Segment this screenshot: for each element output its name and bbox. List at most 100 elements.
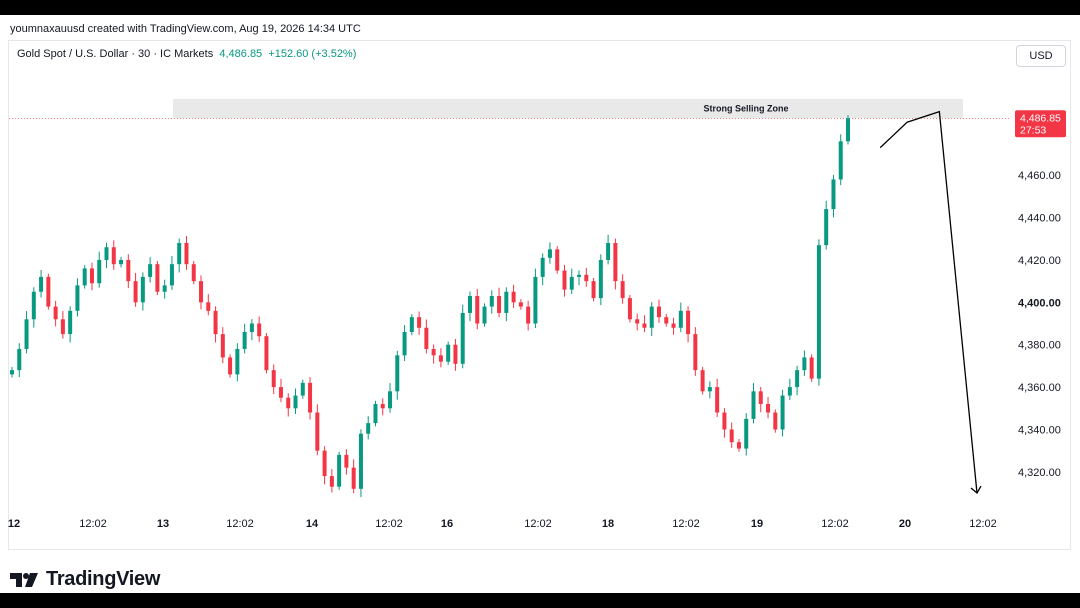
candle-body bbox=[89, 268, 94, 284]
candle-body bbox=[133, 281, 138, 303]
selling-zone-box bbox=[173, 98, 963, 118]
candle-body bbox=[300, 382, 305, 396]
candle-body bbox=[206, 302, 211, 311]
candle-body bbox=[606, 243, 611, 260]
candle-body bbox=[249, 323, 254, 332]
candle-body bbox=[584, 274, 589, 282]
price-change: +152.60 (+3.52%) bbox=[268, 48, 357, 60]
currency-button[interactable]: USD bbox=[1016, 45, 1066, 67]
tradingview-logo-icon bbox=[10, 572, 38, 587]
candle-body bbox=[104, 247, 109, 260]
y-axis-tick-label: 4,320.00 bbox=[1018, 467, 1061, 479]
candle-body bbox=[155, 264, 160, 292]
candle-body bbox=[395, 355, 400, 392]
x-axis-tick-label: 12:02 bbox=[969, 518, 997, 530]
candle-body bbox=[228, 357, 233, 375]
candle-body bbox=[60, 319, 65, 335]
candle-body bbox=[846, 118, 850, 142]
candle-body bbox=[540, 257, 545, 277]
candle-body bbox=[75, 285, 80, 311]
candle-body bbox=[700, 370, 705, 392]
candle-body bbox=[264, 336, 269, 371]
candle-body bbox=[795, 370, 800, 388]
candle-body bbox=[169, 264, 174, 286]
candle-body bbox=[482, 306, 487, 324]
candle-body bbox=[627, 298, 632, 320]
candle-body bbox=[744, 418, 749, 449]
x-axis-tick-label: 14 bbox=[306, 518, 319, 530]
candle-body bbox=[438, 355, 443, 362]
price-tag-countdown: 27:53 bbox=[1020, 124, 1046, 136]
y-axis-tick-label: 4,380.00 bbox=[1018, 340, 1061, 352]
x-axis-tick-label: 13 bbox=[157, 518, 169, 530]
candle-body bbox=[31, 291, 36, 320]
candle-body bbox=[736, 442, 741, 449]
candle-body bbox=[46, 276, 51, 307]
candle-body bbox=[751, 391, 756, 419]
candle-body bbox=[758, 391, 763, 405]
candle-body bbox=[373, 404, 378, 424]
candle-body bbox=[446, 344, 451, 362]
candle-body bbox=[39, 276, 44, 292]
candle-body bbox=[562, 270, 567, 290]
candle-body bbox=[111, 247, 116, 265]
candle-body bbox=[598, 259, 603, 299]
price-chart[interactable]: Strong Selling Zone 4,460.00 4,440.00 4,420… bbox=[0, 15, 1080, 593]
selling-zone-label: Strong Selling Zone bbox=[704, 103, 789, 113]
candle-body bbox=[278, 387, 283, 398]
candle-body bbox=[613, 243, 618, 282]
candle-body bbox=[191, 264, 196, 282]
candle-body bbox=[431, 348, 436, 356]
candle-body bbox=[286, 397, 291, 409]
candle-body bbox=[569, 276, 574, 290]
x-axis-tick-label: 12:02 bbox=[524, 518, 552, 530]
candle-body bbox=[671, 323, 676, 328]
candle-body bbox=[715, 387, 720, 413]
candle-body bbox=[831, 179, 836, 210]
candle-body bbox=[97, 259, 102, 284]
symbol-legend[interactable]: Gold Spot / U.S. Dollar · 30 · IC Market… bbox=[17, 48, 356, 60]
x-axis-tick-label: 20 bbox=[899, 518, 911, 530]
candle-body bbox=[417, 317, 422, 328]
candle-body bbox=[809, 357, 814, 379]
candle-body bbox=[591, 281, 596, 299]
candle-body bbox=[53, 306, 58, 320]
candle-body bbox=[388, 391, 393, 409]
candle-body bbox=[242, 332, 247, 349]
candle-body bbox=[24, 319, 29, 349]
candle-body bbox=[497, 295, 502, 313]
candle-body bbox=[140, 276, 145, 303]
candle-body bbox=[322, 450, 327, 477]
candle-body bbox=[678, 310, 683, 328]
brand-name: TradingView bbox=[46, 568, 161, 590]
price-tag-value: 4,486.85 bbox=[1020, 112, 1061, 124]
x-axis-tick-label: 12:02 bbox=[672, 518, 700, 530]
candle-body bbox=[220, 334, 225, 358]
candle-body bbox=[148, 264, 153, 277]
candle-body bbox=[17, 348, 22, 371]
top-border-bar bbox=[0, 0, 1080, 15]
x-axis-tick-label: 12:02 bbox=[79, 518, 107, 530]
candle-body bbox=[358, 433, 363, 489]
candle-body bbox=[424, 327, 429, 349]
candle-body bbox=[773, 412, 778, 430]
candle-body bbox=[257, 323, 262, 337]
candle-body bbox=[329, 476, 334, 487]
candle-body bbox=[82, 268, 87, 286]
candle-body bbox=[293, 395, 298, 409]
candle-body bbox=[184, 243, 189, 265]
x-axis-tick-label: 12:02 bbox=[375, 518, 403, 530]
y-axis-tick-label: 4,340.00 bbox=[1018, 424, 1061, 436]
candle-body bbox=[526, 306, 531, 324]
candle-body bbox=[177, 243, 182, 265]
candle-body bbox=[235, 348, 240, 375]
candle-body bbox=[199, 281, 204, 303]
candle-body bbox=[816, 245, 821, 379]
candle-body bbox=[380, 404, 385, 409]
candle-body bbox=[337, 454, 342, 487]
candle-body bbox=[213, 310, 218, 335]
candle-body bbox=[518, 302, 523, 307]
candle-body bbox=[126, 259, 131, 282]
last-price: 4,486.85 bbox=[219, 48, 263, 60]
snapshot-canvas: youmnaxauusd created with TradingView.co… bbox=[0, 15, 1080, 593]
